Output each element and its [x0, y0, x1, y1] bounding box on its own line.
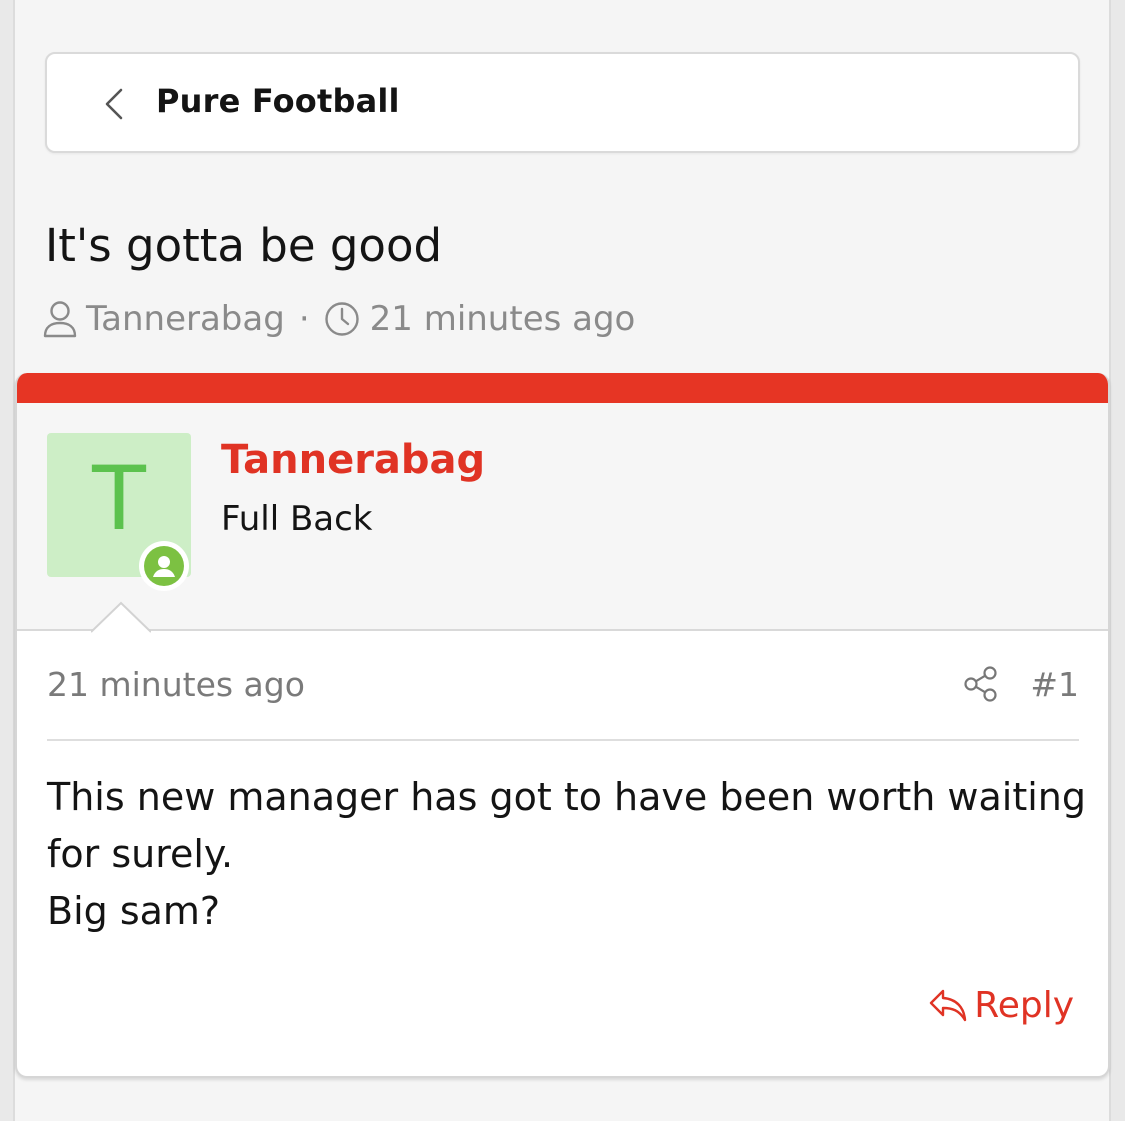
clock-icon	[324, 302, 359, 336]
thread-author-link[interactable]: Tannerabag	[86, 299, 285, 339]
reply-label: Reply	[974, 985, 1074, 1026]
breadcrumb[interactable]: Pure Football	[45, 52, 1080, 153]
thread-meta: Tannerabag · 21 minutes ago	[42, 296, 635, 342]
meta-separator: ·	[298, 299, 310, 339]
post-body-line: Big sam?	[47, 889, 221, 933]
user-block-pointer	[91, 601, 151, 633]
post-body-line: This new manager has got to have been wo…	[47, 775, 1087, 876]
post-username-link[interactable]: Tannerabag	[221, 437, 485, 483]
share-icon[interactable]	[963, 665, 999, 703]
post-header: 21 minutes ago #1	[47, 631, 1079, 741]
user-title: Full Back	[221, 499, 373, 539]
thread-title: It's gotta be good	[45, 219, 443, 272]
reply-button[interactable]: Reply	[928, 985, 1074, 1026]
online-status-badge	[139, 541, 189, 591]
post-accent-bar	[17, 373, 1108, 403]
online-status-icon	[144, 546, 184, 586]
thread-time-link[interactable]: 21 minutes ago	[370, 299, 636, 339]
post-body: This new manager has got to have been wo…	[47, 769, 1087, 940]
post-number-link[interactable]: #1	[1030, 665, 1079, 704]
user-icon	[43, 301, 77, 338]
post-date-link[interactable]: 21 minutes ago	[47, 665, 305, 704]
avatar-letter: T	[92, 447, 146, 550]
post-card: T Tannerabag Full Back 21 minutes ago #1	[15, 373, 1110, 1078]
chevron-left-icon[interactable]	[101, 88, 127, 120]
post-user-block: T Tannerabag Full Back	[17, 403, 1108, 633]
breadcrumb-forum-link[interactable]: Pure Football	[156, 82, 400, 120]
reply-icon	[930, 989, 967, 1021]
